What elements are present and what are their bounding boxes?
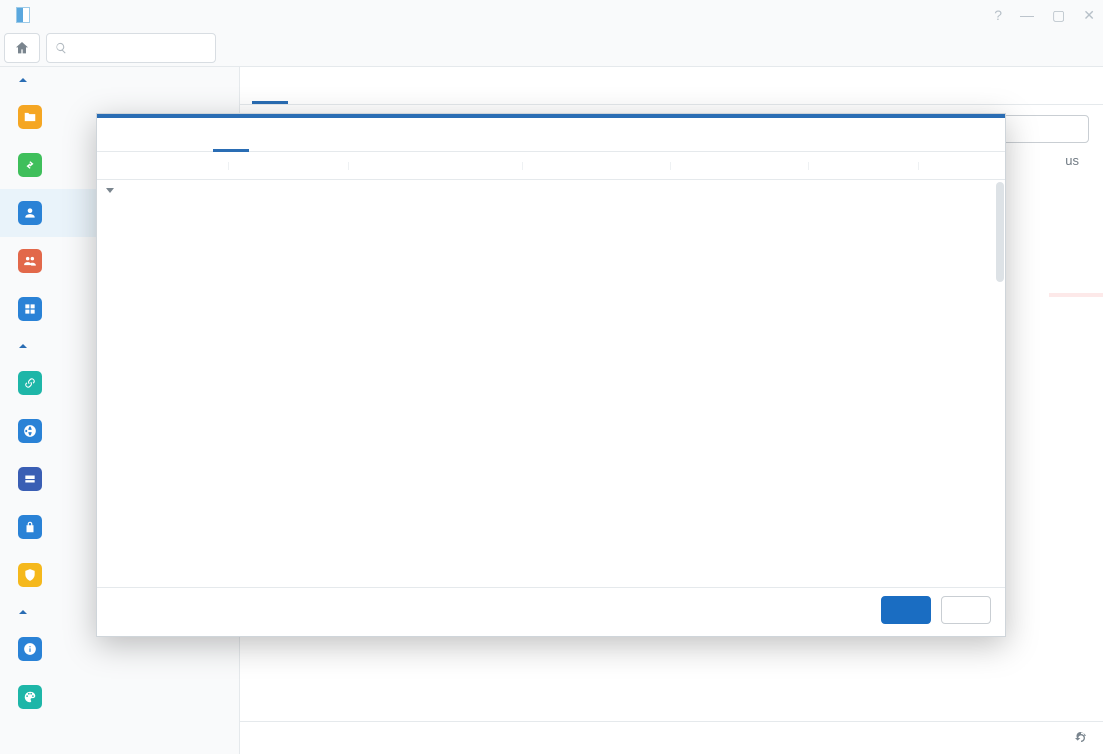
modal-tab-user-groups[interactable] bbox=[141, 133, 177, 152]
col-group-quota[interactable] bbox=[671, 162, 809, 170]
transfer-icon bbox=[18, 153, 42, 177]
app-icon bbox=[16, 7, 30, 23]
minimize-icon[interactable]: — bbox=[1020, 7, 1034, 23]
user-edit-modal bbox=[96, 113, 1006, 637]
ok-button[interactable] bbox=[881, 596, 931, 624]
modal-tabs bbox=[97, 133, 1005, 152]
search-icon bbox=[55, 41, 67, 55]
main-tabs bbox=[240, 67, 1103, 105]
modal-tab-permissions[interactable] bbox=[177, 133, 213, 152]
titlebar: ? — ▢ ✕ bbox=[0, 0, 1103, 30]
col-volume[interactable] bbox=[97, 162, 229, 170]
help-icon[interactable]: ? bbox=[994, 7, 1002, 23]
col-quota[interactable] bbox=[809, 162, 919, 170]
chevron-up-icon bbox=[18, 75, 28, 85]
group-icon bbox=[18, 249, 42, 273]
col-effective-quota[interactable] bbox=[523, 162, 671, 170]
link-icon bbox=[18, 371, 42, 395]
maximize-icon[interactable]: ▢ bbox=[1052, 7, 1065, 24]
palette-icon bbox=[18, 685, 42, 709]
triangle-down-icon[interactable] bbox=[105, 185, 115, 195]
modal-footer bbox=[97, 588, 1005, 636]
folder-icon bbox=[18, 105, 42, 129]
sidebar-group-file-sharing[interactable] bbox=[0, 67, 239, 93]
chevron-up-icon bbox=[18, 607, 28, 617]
tab-user[interactable] bbox=[252, 67, 288, 104]
cancel-button[interactable] bbox=[941, 596, 991, 624]
shield-icon bbox=[18, 563, 42, 587]
network-icon bbox=[18, 467, 42, 491]
close-icon[interactable]: ✕ bbox=[1083, 7, 1095, 24]
toolbar bbox=[0, 30, 1103, 66]
status-fragment-disabled bbox=[1049, 293, 1103, 297]
modal-tab-quota[interactable] bbox=[213, 133, 249, 152]
modal-title bbox=[97, 114, 1005, 133]
globe-icon bbox=[18, 419, 42, 443]
col-used-capacity[interactable] bbox=[349, 162, 523, 170]
info-icon bbox=[18, 637, 42, 661]
tab-advanced[interactable] bbox=[288, 67, 324, 104]
volume-group-row[interactable] bbox=[97, 180, 1005, 200]
col-description[interactable] bbox=[229, 162, 349, 170]
col-unit[interactable] bbox=[919, 162, 979, 170]
quota-table-header bbox=[97, 152, 1005, 180]
main-footer bbox=[240, 721, 1103, 754]
modal-tab-info[interactable] bbox=[105, 133, 141, 152]
dhcp-icon bbox=[18, 515, 42, 539]
sidebar-item-theme[interactable] bbox=[0, 673, 239, 721]
column-fragment: us bbox=[1065, 153, 1079, 168]
chevron-up-icon bbox=[18, 341, 28, 351]
scrollbar[interactable] bbox=[996, 182, 1004, 282]
sidebar-search-input[interactable] bbox=[73, 41, 207, 56]
sidebar-search[interactable] bbox=[46, 33, 216, 63]
home-button[interactable] bbox=[4, 33, 40, 63]
modal-tab-speed-limit[interactable] bbox=[249, 133, 285, 152]
domain-icon bbox=[18, 297, 42, 321]
quota-table bbox=[97, 152, 1005, 588]
refresh-icon[interactable] bbox=[1073, 730, 1089, 746]
user-icon bbox=[18, 201, 42, 225]
